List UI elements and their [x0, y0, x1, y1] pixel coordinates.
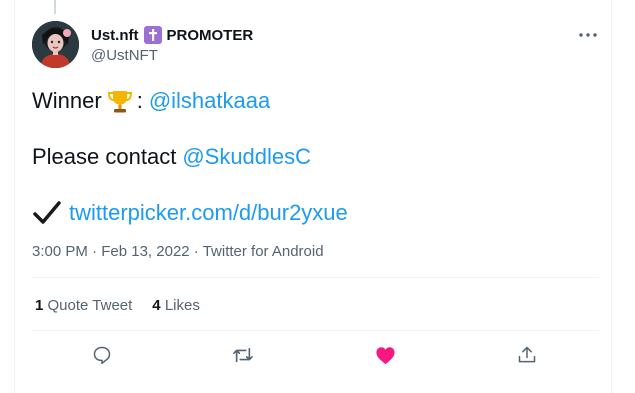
tweet-meta: 3:00 PM · Feb 13, 2022 · Twitter for And… [32, 243, 324, 260]
twitterpicker-link[interactable]: twitterpicker.com/d/bur2yxue [69, 200, 348, 226]
likes-label: Likes [164, 297, 200, 314]
tweet-time[interactable]: 3:00 PM [32, 243, 88, 260]
meta-separator: · [87, 243, 102, 260]
thread-line [54, 0, 56, 14]
tweet-line-contact: Please contact @SkuddlesC [32, 144, 311, 170]
avatar[interactable] [32, 21, 79, 68]
like-icon[interactable] [374, 344, 396, 366]
tweet-card: Ust.nft PROMOTER @UstNFT Winner : @ilsha… [14, 0, 612, 393]
divider [32, 330, 599, 331]
more-icon[interactable] [578, 26, 598, 44]
badge-label: PROMOTER [166, 26, 254, 44]
check-icon [32, 200, 62, 226]
tweet-date[interactable]: Feb 13, 2022 [101, 243, 189, 260]
reply-icon[interactable] [91, 344, 113, 366]
meta-separator: · [189, 243, 203, 260]
retweet-icon[interactable] [232, 344, 254, 366]
display-name[interactable]: Ust.nft [91, 27, 139, 44]
contact-text: Please contact [32, 144, 177, 169]
tweet-source[interactable]: Twitter for Android [203, 243, 324, 260]
winner-text: Winner [32, 88, 102, 113]
trophy-icon [107, 88, 133, 114]
likes-stat[interactable]: 4 Likes [152, 297, 200, 314]
mention-ilshatkaaa[interactable]: @ilshatkaaa [149, 88, 270, 114]
author-name-row[interactable]: Ust.nft PROMOTER [91, 26, 253, 44]
tweet-line-winner: Winner : @ilshatkaaa [32, 88, 270, 114]
mention-skuddlesc[interactable]: @SkuddlesC [182, 144, 311, 170]
cross-icon [143, 26, 162, 44]
author-handle[interactable]: @UstNFT [91, 47, 158, 64]
share-icon[interactable] [516, 344, 538, 366]
tweet-stats: 1 Quote Tweet 4 Likes [35, 297, 200, 314]
quote-tweets-stat[interactable]: 1 Quote Tweet [35, 297, 132, 314]
quote-label: Quote Tweet [47, 297, 133, 314]
likes-count: 4 [152, 297, 161, 314]
tweet-line-link: twitterpicker.com/d/bur2yxue [32, 200, 348, 226]
quote-count: 1 [35, 297, 44, 314]
divider [32, 277, 599, 278]
winner-colon: : [136, 88, 143, 113]
